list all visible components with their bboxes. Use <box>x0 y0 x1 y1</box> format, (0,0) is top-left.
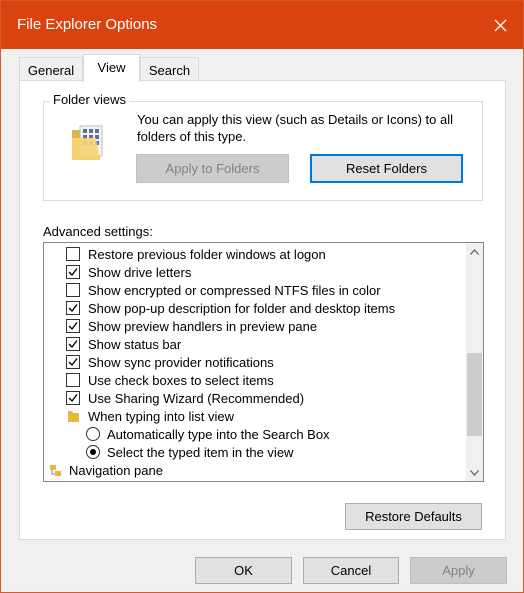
checkmark-icon <box>68 322 78 331</box>
close-button[interactable] <box>477 1 523 49</box>
file-explorer-options-dialog: File Explorer Options General View Searc… <box>0 0 524 593</box>
list-item-label: Restore previous folder windows at logon <box>88 247 326 262</box>
advanced-settings-label: Advanced settings: <box>43 224 153 239</box>
list-item[interactable]: Select the typed item in the view <box>44 443 464 461</box>
list-item-label: Use check boxes to select items <box>88 373 274 388</box>
chevron-down-icon <box>470 469 479 476</box>
checkmark-icon <box>68 268 78 277</box>
list-item-label: Show preview handlers in preview pane <box>88 319 318 334</box>
title-bar[interactable]: File Explorer Options <box>1 1 523 49</box>
tab-search[interactable]: Search <box>140 57 199 81</box>
list-item[interactable]: Show sync provider notifications <box>44 353 464 371</box>
checkbox[interactable] <box>66 355 80 369</box>
folder-views-label: Folder views <box>50 92 129 107</box>
ok-button[interactable]: OK <box>195 557 292 584</box>
checkmark-icon <box>68 340 78 349</box>
list-item-label: When typing into list view <box>88 409 234 424</box>
tab-general-label: General <box>27 63 75 78</box>
list-item[interactable]: Show encrypted or compressed NTFS files … <box>44 281 464 299</box>
reset-folders-label: Reset Folders <box>346 161 427 176</box>
list-item[interactable]: Show pop-up description for folder and d… <box>44 299 464 317</box>
ok-label: OK <box>234 563 253 578</box>
list-item-label: Show drive letters <box>88 265 192 280</box>
checkbox[interactable] <box>66 337 80 351</box>
tab-view[interactable]: View <box>83 54 140 82</box>
list-item[interactable]: Restore previous folder windows at logon <box>44 245 464 263</box>
list-item[interactable]: Show preview handlers in preview pane <box>44 317 464 335</box>
apply-to-folders-button[interactable]: Apply to Folders <box>136 154 289 183</box>
folder-icon <box>68 411 79 422</box>
list-item-label: Show status bar <box>88 337 182 352</box>
cancel-button[interactable]: Cancel <box>303 557 399 584</box>
scroll-down-button[interactable] <box>466 464 483 481</box>
checkbox[interactable] <box>66 373 80 387</box>
tab-general[interactable]: General <box>19 57 83 81</box>
checkmark-icon <box>68 358 78 367</box>
advanced-settings-list[interactable]: Restore previous folder windows at logon… <box>43 242 484 482</box>
list-item-label: Show sync provider notifications <box>88 355 274 370</box>
checkbox[interactable] <box>66 301 80 315</box>
radio-button[interactable] <box>86 427 100 441</box>
folder-views-group: Folder views You can apply this view (su… <box>43 92 483 201</box>
apply-button[interactable]: Apply <box>410 557 507 584</box>
list-item-label: Automatically type into the Search Box <box>107 427 330 442</box>
apply-label: Apply <box>442 563 475 578</box>
list-item: Navigation pane <box>44 461 464 479</box>
list-item[interactable]: Show status bar <box>44 335 464 353</box>
list-item[interactable]: Use Sharing Wizard (Recommended) <box>44 389 464 407</box>
list-item: When typing into list view <box>44 407 464 425</box>
list-item-label: Use Sharing Wizard (Recommended) <box>88 391 305 406</box>
radio-button[interactable] <box>86 445 100 459</box>
list-item[interactable]: Use check boxes to select items <box>44 371 464 389</box>
restore-defaults-button[interactable]: Restore Defaults <box>345 503 482 530</box>
checkbox[interactable] <box>66 265 80 279</box>
checkbox[interactable] <box>66 247 80 261</box>
folder-views-description: You can apply this view (such as Details… <box>137 112 454 144</box>
checkmark-icon <box>68 304 78 313</box>
checkbox[interactable] <box>66 391 80 405</box>
list-item[interactable]: Show drive letters <box>44 263 464 281</box>
scroll-thumb[interactable] <box>467 353 482 436</box>
apply-to-folders-label: Apply to Folders <box>165 161 260 176</box>
chevron-up-icon <box>470 248 479 255</box>
restore-defaults-label: Restore Defaults <box>365 509 462 524</box>
tab-search-label: Search <box>148 63 191 78</box>
navigation-pane-icon <box>50 465 61 476</box>
list-scrollbar[interactable] <box>466 243 483 481</box>
list-item-label: Show encrypted or compressed NTFS files … <box>88 283 381 298</box>
checkbox[interactable] <box>66 319 80 333</box>
cancel-label: Cancel <box>330 563 372 578</box>
scroll-up-button[interactable] <box>466 243 483 260</box>
list-item-label: Select the typed item in the view <box>107 445 294 460</box>
close-icon <box>494 19 506 31</box>
tab-view-label: View <box>97 60 126 75</box>
folder-views-icon <box>72 125 103 160</box>
view-tab-panel: Folder views You can apply this view (su… <box>19 80 506 540</box>
checkbox[interactable] <box>66 283 80 297</box>
list-item-label: Navigation pane <box>69 463 163 478</box>
window-title: File Explorer Options <box>17 16 158 33</box>
list-item[interactable]: Automatically type into the Search Box <box>44 425 464 443</box>
checkmark-icon <box>68 394 78 403</box>
list-item-label: Show pop-up description for folder and d… <box>88 301 396 316</box>
reset-folders-button[interactable]: Reset Folders <box>310 154 463 183</box>
